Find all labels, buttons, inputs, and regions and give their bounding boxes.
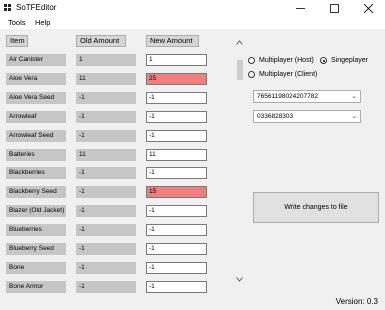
save-id-dropdown[interactable]: 0336828303 ⌄ [253, 110, 361, 123]
old-amount-field: -1 [76, 110, 136, 123]
scrollbar-thumb[interactable] [237, 60, 243, 80]
new-amount-input[interactable]: -1 [146, 224, 207, 237]
item-name-label: Arrowleaf [6, 110, 66, 123]
radio-button[interactable] [248, 71, 255, 78]
close-button[interactable] [351, 0, 385, 16]
chevron-down-icon: ⌄ [351, 113, 357, 120]
maximize-button[interactable] [317, 0, 351, 16]
new-amount-input[interactable]: -1 [146, 261, 207, 274]
chevron-down-icon: ⌄ [351, 93, 357, 100]
new-amount-input[interactable]: -1 [146, 91, 207, 104]
new-amount-input[interactable]: -1 [146, 110, 207, 123]
new-amount-input[interactable]: 1 [146, 54, 207, 66]
minimize-button[interactable] [283, 0, 317, 16]
chevron-down-icon [236, 277, 243, 282]
chevron-up-icon [236, 40, 243, 45]
item-name-label: Blueberry Seed [6, 243, 66, 255]
column-header-item: Item [6, 35, 28, 47]
item-name-label: Bone Armor [6, 280, 66, 293]
new-amount-input[interactable]: -1 [146, 280, 207, 293]
steam-id-dropdown[interactable]: 76561198024207782 ⌄ [253, 90, 361, 103]
old-amount-field: -1 [76, 91, 136, 104]
old-amount-field: 1 [76, 54, 136, 66]
item-name-label: Aloe Vera Seed [6, 91, 66, 104]
item-name-label: Arrowleaf Seed [6, 129, 66, 142]
new-amount-input[interactable]: -1 [146, 167, 207, 180]
radio-button[interactable] [320, 57, 327, 64]
title-bar: SoTFEditor [0, 0, 385, 16]
column-header-new-amount: New Amount [146, 35, 199, 47]
radio-button[interactable] [248, 57, 255, 64]
old-amount-field: -1 [76, 261, 136, 274]
old-amount-field: -1 [76, 186, 136, 199]
menu-help[interactable]: Help [35, 18, 50, 27]
radio-multiplayer-client[interactable]: Multiplayer (Client) [248, 71, 317, 78]
item-name-label: Blueberries [6, 224, 66, 237]
new-amount-input[interactable]: -1 [146, 243, 207, 255]
radio-label: Multiplayer (Host) [259, 57, 314, 64]
radio-multiplayer-host[interactable]: Multiplayer (Host) [248, 57, 314, 64]
minimize-icon [295, 7, 305, 9]
column-header-old-amount: Old Amount [76, 35, 126, 47]
version-label: Version: 0.3 [335, 297, 378, 306]
old-amount-field: -1 [76, 224, 136, 237]
item-name-label: Air Canister [6, 54, 66, 66]
save-id-value: 0336828303 [257, 113, 294, 120]
item-name-label: Blackberries [6, 167, 66, 180]
menu-bar: Tools Help [0, 16, 385, 29]
steam-id-value: 76561198024207782 [257, 93, 318, 100]
app-icon [4, 4, 11, 11]
new-amount-input[interactable]: 11 [146, 148, 207, 161]
write-changes-button[interactable]: Write changes to file [253, 192, 379, 223]
radio-label: Singeplayer [331, 57, 368, 64]
old-amount-field: 11 [76, 148, 136, 161]
item-name-label: Aloe Vera [6, 72, 66, 85]
old-amount-field: 11 [76, 72, 136, 85]
new-amount-input[interactable]: -1 [146, 129, 207, 142]
maximize-icon [329, 3, 339, 13]
item-name-label: Blazer (Old Jacket) [6, 205, 66, 218]
item-name-label: Bone [6, 261, 66, 274]
close-icon [363, 3, 373, 13]
old-amount-field: -1 [76, 167, 136, 180]
radio-singleplayer[interactable]: Singeplayer [320, 57, 368, 64]
old-amount-field: -1 [76, 243, 136, 255]
scroll-up-button[interactable] [235, 40, 244, 48]
old-amount-field: -1 [76, 205, 136, 218]
new-amount-input[interactable]: 15 [146, 186, 207, 199]
radio-label: Multiplayer (Client) [259, 71, 318, 78]
item-name-label: Batteries [6, 148, 66, 161]
menu-tools[interactable]: Tools [8, 18, 26, 27]
new-amount-input[interactable]: 25 [146, 72, 207, 85]
window-title: SoTFEditor [16, 3, 57, 12]
old-amount-field: -1 [76, 280, 136, 293]
old-amount-field: -1 [76, 129, 136, 142]
new-amount-input[interactable]: -1 [146, 205, 207, 218]
scroll-down-button[interactable] [235, 277, 244, 285]
item-name-label: Blackberry Seed [6, 186, 66, 199]
